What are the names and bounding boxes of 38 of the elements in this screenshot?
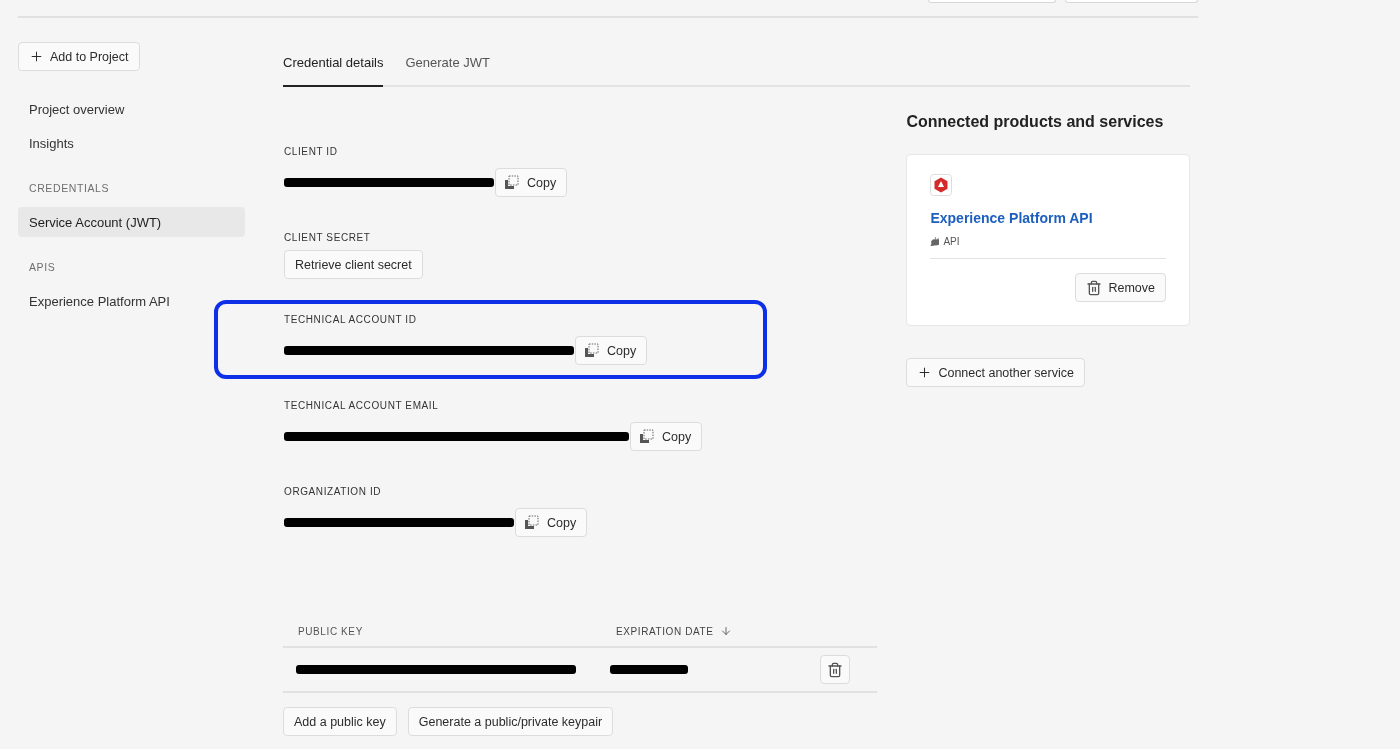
connect-service-button[interactable]: Connect another service <box>906 358 1085 387</box>
field-label: TECHNICAL ACCOUNT ID <box>284 314 418 325</box>
sidebar-item[interactable]: Service Account (JWT) <box>18 207 245 237</box>
service-type: API <box>943 236 960 247</box>
copy-button[interactable]: Copy <box>515 508 588 537</box>
service-link[interactable]: Experience Platform API <box>930 210 1166 226</box>
product-logo-icon <box>930 174 953 196</box>
tab[interactable]: Generate JWT <box>405 40 490 87</box>
delete-button[interactable] <box>820 655 850 684</box>
key-button[interactable]: Generate a public/private keypair <box>407 707 614 736</box>
copy-icon <box>524 515 539 530</box>
sidebar-heading: CREDENTIALS <box>28 182 111 194</box>
copy-button[interactable]: Copy <box>495 168 568 197</box>
field-label: TECHNICAL ACCOUNT EMAIL <box>284 400 440 411</box>
copy-icon <box>639 429 654 444</box>
copy-icon <box>504 175 519 190</box>
trash-icon <box>827 661 843 678</box>
section-title: Connected products and services <box>906 113 1165 131</box>
plus-icon <box>917 365 933 380</box>
copy-button[interactable]: Copy <box>630 422 703 451</box>
copy-icon <box>584 343 599 358</box>
key-button[interactable]: Add a public key <box>283 707 397 736</box>
sidebar-item[interactable]: Insights <box>18 128 245 158</box>
sidebar-item[interactable]: Experience Platform API <box>18 286 245 316</box>
sidebar-heading: APIS <box>28 261 57 273</box>
column-header[interactable]: EXPIRATION DATE <box>616 625 714 637</box>
column-header[interactable]: PUBLIC KEY <box>298 625 363 637</box>
tab[interactable]: Credential details <box>283 40 384 87</box>
field-label: ORGANIZATION ID <box>284 486 383 497</box>
add-to-project-button[interactable]: Add to Project <box>18 42 140 71</box>
field-label: CLIENT ID <box>284 146 339 157</box>
field-label: CLIENT SECRET <box>284 232 372 243</box>
copy-button[interactable]: Copy <box>575 336 648 365</box>
trash-icon <box>1086 279 1103 296</box>
retrieve-secret-button[interactable]: Retrieve client secret <box>284 250 423 279</box>
plus-icon <box>29 49 44 64</box>
sidebar-item[interactable]: Project overview <box>18 94 245 124</box>
remove-button[interactable]: Remove <box>1075 273 1166 302</box>
